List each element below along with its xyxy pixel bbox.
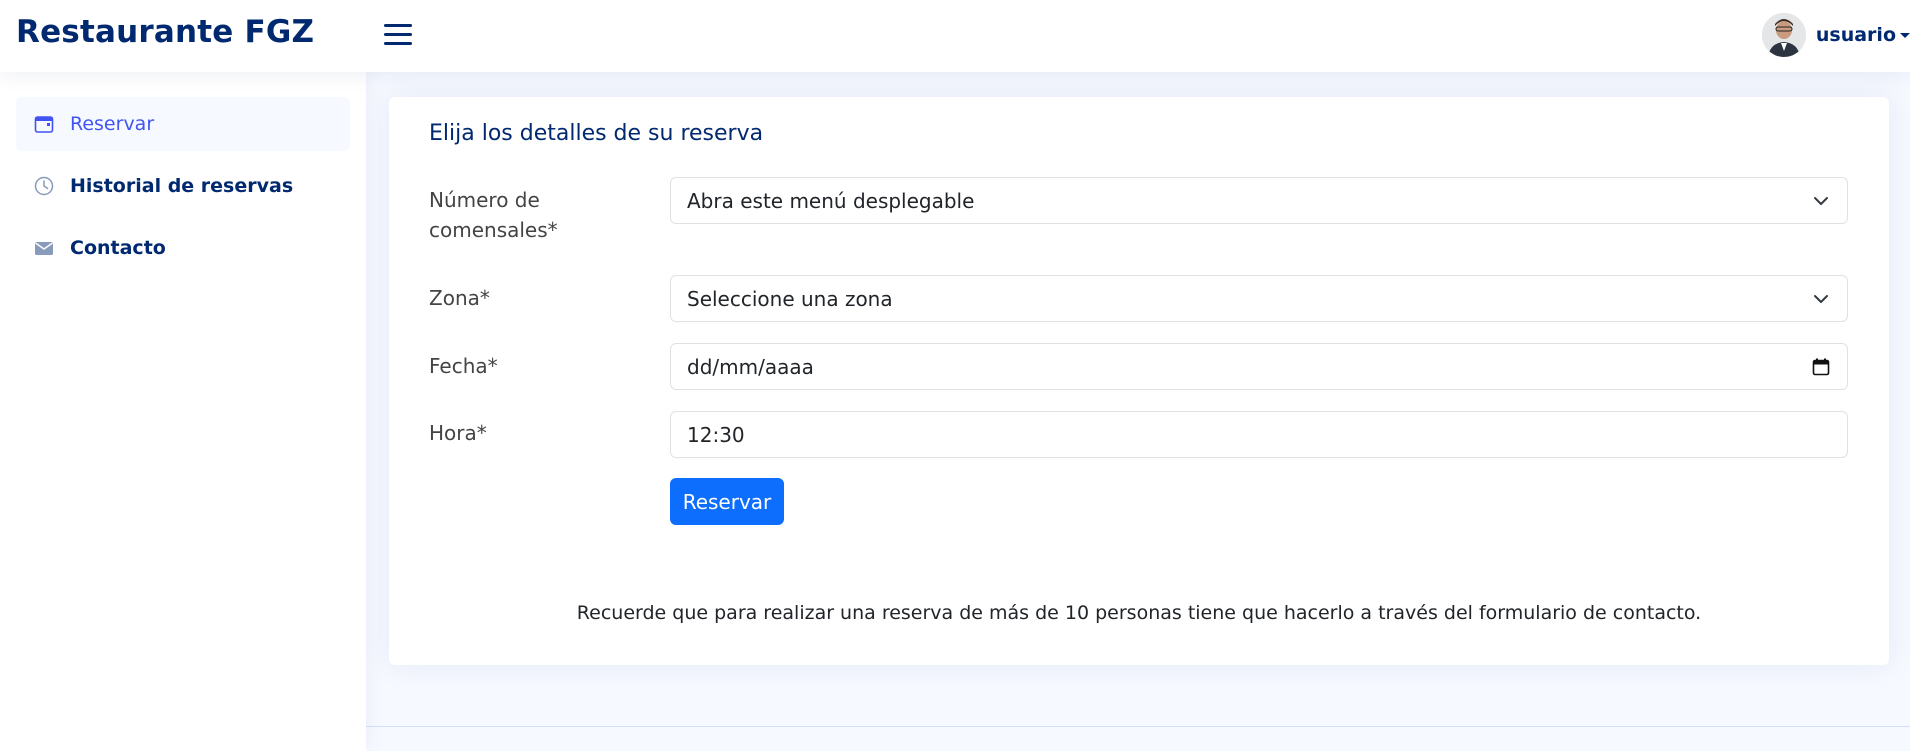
zona-select[interactable]: Seleccione una zona bbox=[670, 275, 1848, 322]
zona-label: Zona* bbox=[429, 286, 490, 310]
chevron-down-icon bbox=[1811, 289, 1831, 309]
sidebar-item-contacto[interactable]: Contacto bbox=[16, 221, 350, 275]
hora-input[interactable]: 12:30 bbox=[670, 411, 1848, 458]
comensales-value: Abra este menú desplegable bbox=[687, 188, 975, 213]
envelope-icon bbox=[33, 237, 55, 259]
sidebar: Reservar Historial de reservas Contacto bbox=[0, 72, 366, 751]
sidebar-item-historial[interactable]: Historial de reservas bbox=[16, 159, 350, 213]
fecha-date-input[interactable]: dd/mm/aaaa bbox=[670, 343, 1848, 390]
comensales-select[interactable]: Abra este menú desplegable bbox=[670, 177, 1848, 224]
reservar-button[interactable]: Reservar bbox=[670, 478, 784, 525]
card-title: Elija los detalles de su reserva bbox=[429, 121, 764, 146]
sidebar-item-label: Contacto bbox=[70, 237, 166, 259]
fecha-value: dd/mm/aaaa bbox=[687, 354, 814, 379]
chevron-down-icon bbox=[1900, 32, 1910, 38]
sidebar-item-label: Reservar bbox=[70, 113, 155, 135]
user-profile-dropdown[interactable]: usuario bbox=[1761, 12, 1910, 58]
clock-icon bbox=[33, 175, 55, 197]
zona-value: Seleccione una zona bbox=[687, 286, 893, 311]
comensales-label-line1: Número de bbox=[429, 188, 540, 212]
footer-divider bbox=[366, 726, 1910, 727]
info-note: Recuerde que para realizar una reserva d… bbox=[576, 602, 1702, 624]
hamburger-icon[interactable] bbox=[384, 21, 412, 47]
top-header: Restaurante FGZ usuario bbox=[0, 0, 1910, 72]
hora-label: Hora* bbox=[429, 421, 487, 445]
username-label: usuario bbox=[1815, 24, 1896, 46]
sidebar-item-reservar[interactable]: Reservar bbox=[16, 97, 350, 151]
comensales-label-line2: comensales* bbox=[429, 218, 558, 242]
comensales-label: Número de comensales* bbox=[429, 185, 558, 245]
calendar-icon[interactable] bbox=[1811, 357, 1831, 377]
sidebar-item-label: Historial de reservas bbox=[70, 175, 294, 197]
hora-value: 12:30 bbox=[687, 422, 745, 447]
reservation-card: Elija los detalles de su reserva Número … bbox=[389, 97, 1889, 665]
chevron-down-icon bbox=[1811, 191, 1831, 211]
avatar bbox=[1761, 13, 1806, 57]
calendar-icon bbox=[33, 113, 55, 135]
fecha-label: Fecha* bbox=[429, 354, 498, 378]
brand-logo[interactable]: Restaurante FGZ bbox=[16, 14, 314, 50]
